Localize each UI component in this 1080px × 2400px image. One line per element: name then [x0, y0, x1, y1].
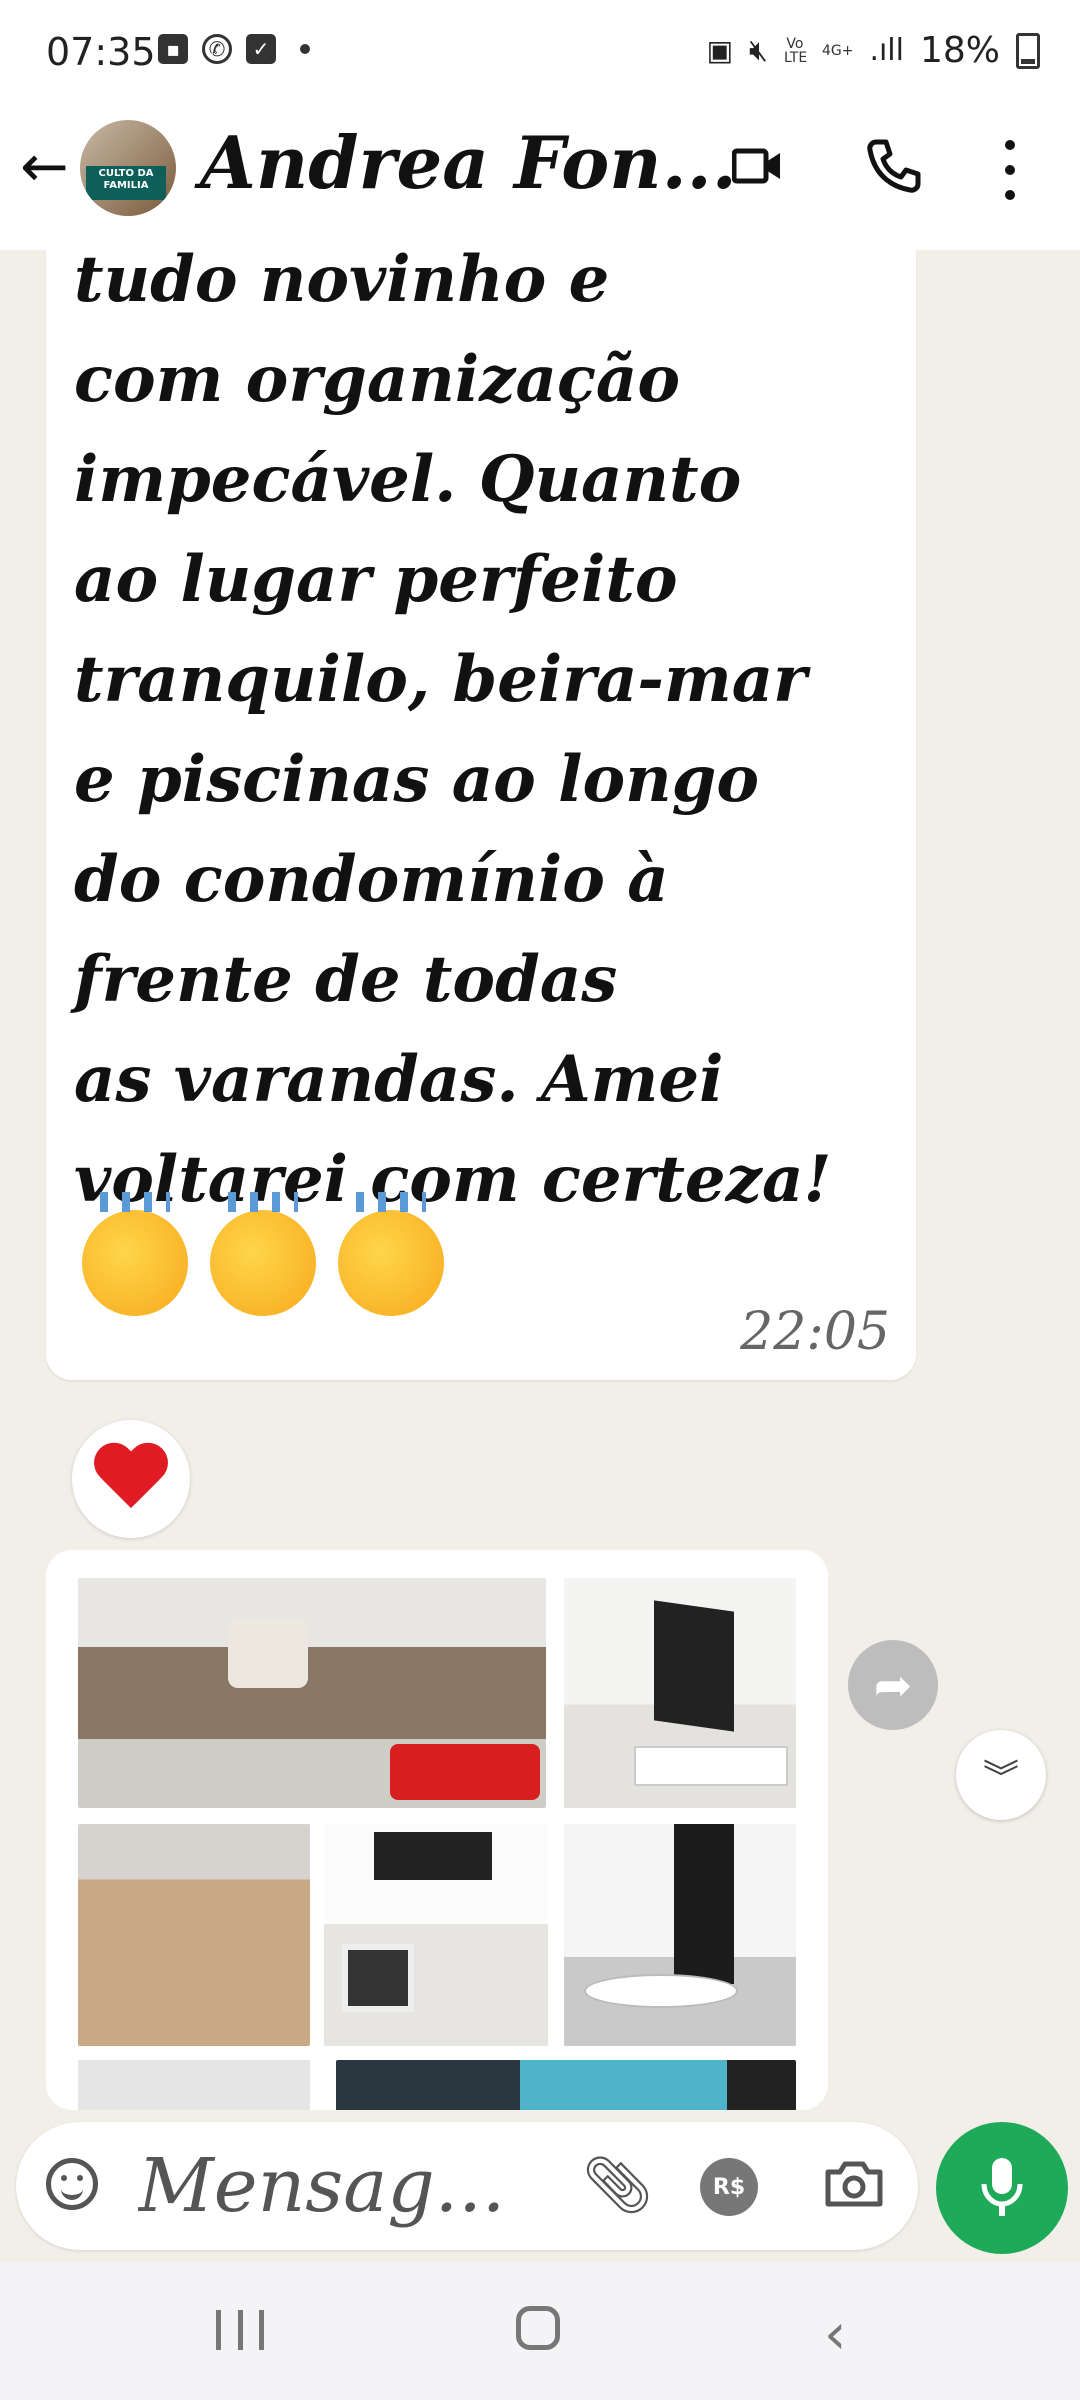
voice-record-button[interactable]: [936, 2122, 1068, 2254]
photo-thumbnail[interactable]: [78, 1578, 546, 1808]
back-icon[interactable]: ‹: [824, 2302, 846, 2367]
photo-thumbnail[interactable]: [78, 1824, 310, 2046]
photo-album[interactable]: [46, 1550, 828, 2110]
chat-area[interactable]: tudo novinho e com organização impecável…: [0, 250, 1080, 2110]
arrow-left-icon[interactable]: ←: [20, 132, 69, 200]
emoji-icon[interactable]: [46, 2158, 98, 2210]
avatar[interactable]: CULTO DA FAMILIA: [80, 120, 176, 216]
nfc-icon: ▣: [706, 34, 734, 67]
recent-apps-icon[interactable]: [216, 2310, 264, 2350]
photo-thumbnail[interactable]: [564, 1824, 796, 2046]
message-input[interactable]: [136, 2140, 560, 2232]
more-notifications-dot: [300, 44, 310, 54]
battery-icon: [1016, 32, 1040, 69]
system-navigation-bar: ‹: [0, 2262, 1080, 2400]
reaction-badge[interactable]: [72, 1420, 190, 1538]
mute-icon: 🔇︎: [749, 33, 768, 68]
photo-thumbnail[interactable]: [78, 2060, 310, 2110]
message-composer: 📎︎ R$: [16, 2122, 918, 2250]
more-vertical-icon[interactable]: [1000, 140, 1020, 200]
message-bubble[interactable]: tudo novinho e com organização impecável…: [46, 250, 916, 1380]
avatar-badge: CULTO DA FAMILIA: [86, 166, 166, 200]
photo-thumbnail[interactable]: [336, 2060, 796, 2110]
message-text: tudo novinho e com organização impecável…: [74, 250, 832, 1217]
forward-button[interactable]: ➦: [848, 1640, 938, 1730]
message-time: 22:05: [740, 1302, 890, 1362]
camera-icon[interactable]: [824, 2160, 884, 2208]
gallery-icon: ▪: [158, 34, 188, 64]
scroll-to-bottom-button[interactable]: ︾: [956, 1730, 1046, 1820]
notification-icons: ▪ ✆ ✓: [158, 34, 310, 64]
network-type-label: 4G+: [821, 42, 854, 59]
photo-thumbnail[interactable]: [324, 1824, 548, 2046]
whatsapp-icon: ✆: [202, 34, 232, 64]
volte-label: Vo LTE: [783, 35, 808, 66]
battery-percent: 18%: [919, 30, 1000, 71]
heart-icon: [93, 1444, 169, 1514]
paperclip-icon[interactable]: 📎︎: [582, 2152, 653, 2218]
status-time: 07:35: [46, 30, 156, 74]
payment-icon[interactable]: R$: [700, 2158, 758, 2216]
status-bar: 07:35 ▪ ✆ ✓ ▣ 🔇︎ Vo LTE 4G+ .ıll 18%: [0, 0, 1080, 110]
system-icons: ▣ 🔇︎ Vo LTE 4G+ .ıll 18%: [707, 30, 1040, 71]
forward-icon: ➦: [873, 1658, 913, 1712]
clapping-hands-icon: [210, 1192, 316, 1316]
signal-icon: .ıll: [869, 33, 904, 68]
home-icon[interactable]: [516, 2306, 560, 2350]
phone-icon[interactable]: [866, 138, 922, 194]
contact-name[interactable]: Andrea Fon...: [200, 120, 737, 205]
microphone-icon: [981, 2158, 1023, 2216]
double-chevron-down-icon: ︾: [982, 1758, 1019, 1799]
photo-thumbnail[interactable]: [564, 1578, 796, 1808]
video-camera-icon[interactable]: [732, 145, 782, 187]
emoji-row: [82, 1192, 444, 1316]
checkbox-icon: ✓: [246, 34, 276, 64]
clapping-hands-icon: [82, 1192, 188, 1316]
clapping-hands-icon: [338, 1192, 444, 1316]
